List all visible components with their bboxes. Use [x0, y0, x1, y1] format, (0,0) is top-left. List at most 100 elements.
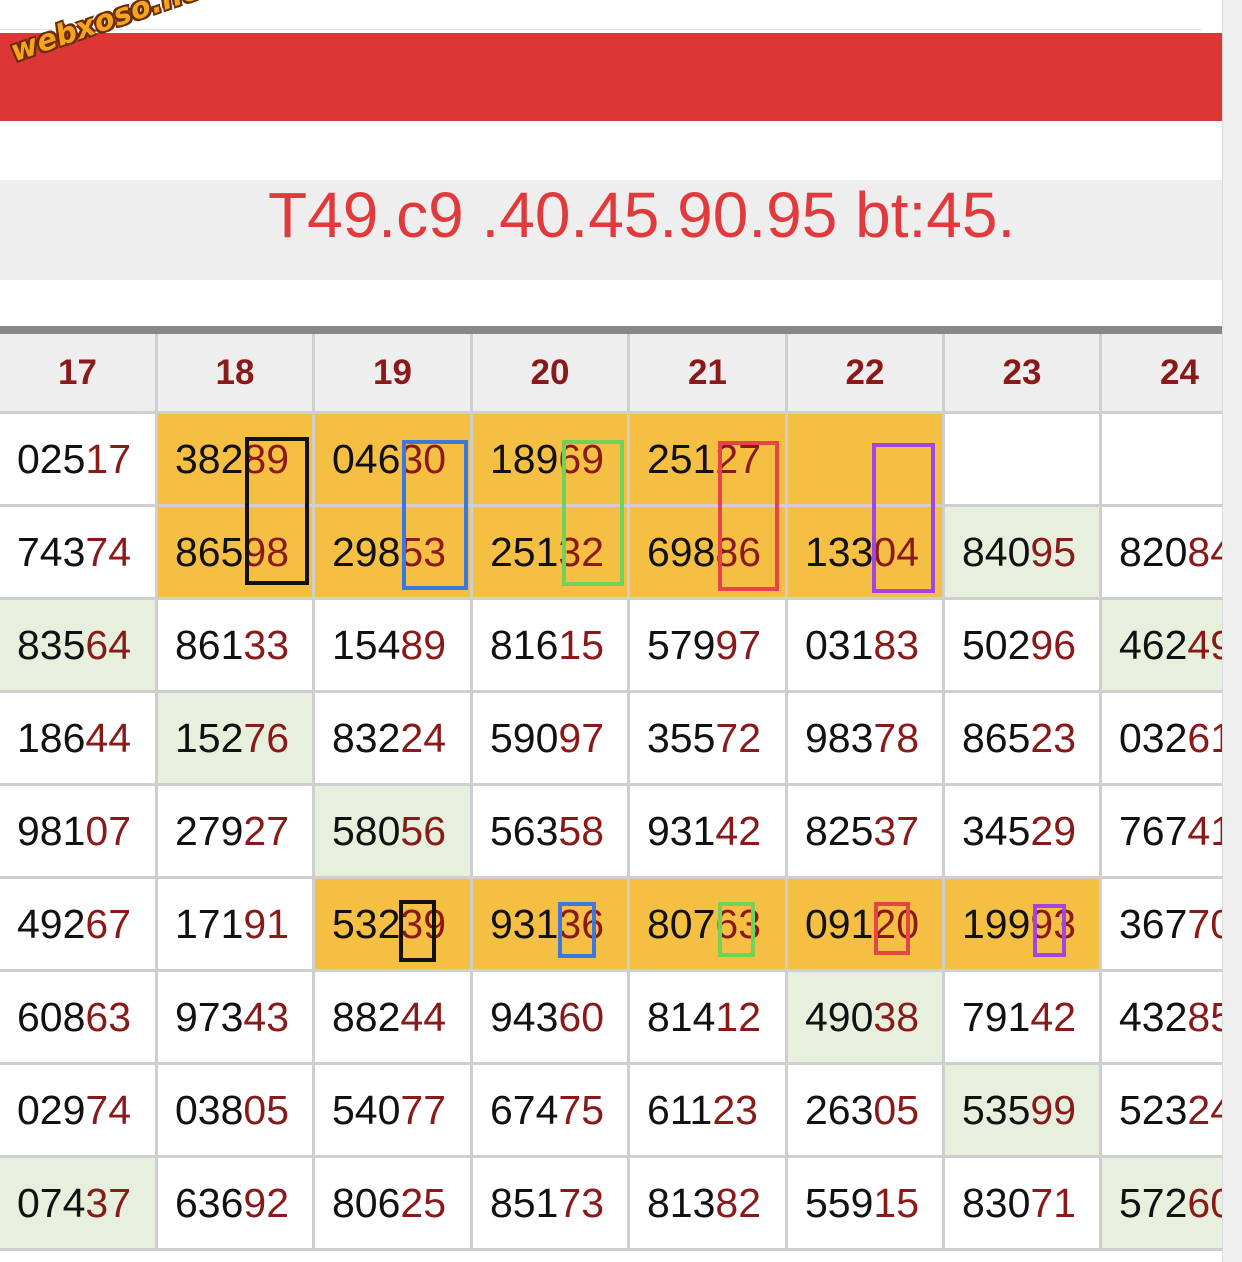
result-cell: 807 63	[630, 879, 788, 972]
number-head: 432	[1119, 993, 1188, 1040]
number-tail: 85	[1187, 993, 1222, 1040]
result-cell: 025 17	[0, 414, 158, 507]
result-cell: 865 23	[945, 693, 1102, 786]
result-cell: 825 37	[788, 786, 945, 879]
result-cell: 832 24	[315, 693, 473, 786]
result-cell: 806 25	[315, 1158, 473, 1251]
result-cell: 791 42	[945, 972, 1102, 1065]
number-head: 791	[962, 993, 1031, 1040]
result-cell: 983 78	[788, 693, 945, 786]
number-head: 559	[805, 1179, 874, 1226]
number-head: 830	[962, 1179, 1031, 1226]
number-tail: 84	[1187, 528, 1222, 575]
number-tail: 29	[1030, 807, 1077, 854]
number-tail: 78	[873, 714, 920, 761]
column-header: 21	[630, 334, 788, 414]
result-cell: 523 24	[1102, 1065, 1222, 1158]
result-cell: 091 20	[788, 879, 945, 972]
number-head: 502	[962, 621, 1031, 668]
number-head: 355	[647, 714, 716, 761]
result-cell	[1102, 414, 1222, 507]
number-head: 851	[490, 1179, 559, 1226]
page-title: T49.c9 .40.45.90.95 bt:45.	[268, 179, 1016, 251]
number-tail: 42	[715, 807, 762, 854]
result-cell: 674 75	[473, 1065, 630, 1158]
number-tail: 37	[85, 1179, 132, 1226]
number-tail: 24	[400, 714, 447, 761]
number-head: 492	[17, 900, 86, 947]
number-head: 840	[962, 528, 1031, 575]
number-head: 563	[490, 807, 559, 854]
result-cell: 199 93	[945, 879, 1102, 972]
column-header: 20	[473, 334, 630, 414]
number-tail: 71	[1030, 1179, 1077, 1226]
number-tail: 05	[873, 1086, 920, 1133]
number-head: 931	[490, 900, 559, 947]
result-cell: 816 15	[473, 600, 630, 693]
number-head: 490	[805, 993, 874, 1040]
result-cell: 152 76	[158, 693, 315, 786]
number-tail: 24	[1187, 1086, 1222, 1133]
number-head: 540	[332, 1086, 401, 1133]
number-head: 133	[805, 528, 874, 575]
number-head: 835	[17, 621, 86, 668]
number-head: 572	[1119, 1179, 1188, 1226]
result-cell: 031 83	[788, 600, 945, 693]
result-cell: 279 27	[158, 786, 315, 879]
number-tail: 56	[400, 807, 447, 854]
number-head: 154	[332, 621, 401, 668]
result-cell: 814 12	[630, 972, 788, 1065]
number-head: 263	[805, 1086, 874, 1133]
number-tail: 74	[85, 1086, 132, 1133]
result-cell: 355 72	[630, 693, 788, 786]
number-tail: 49	[1187, 621, 1222, 668]
result-cell: 038 05	[158, 1065, 315, 1158]
column-header: 19	[315, 334, 473, 414]
number-head: 031	[805, 621, 874, 668]
number-head: 032	[1119, 714, 1188, 761]
number-head: 029	[17, 1086, 86, 1133]
number-tail: 07	[85, 807, 132, 854]
number-head: 171	[175, 900, 244, 947]
result-cell: 263 05	[788, 1065, 945, 1158]
result-cell: 813 82	[630, 1158, 788, 1251]
column-header: 22	[788, 334, 945, 414]
page-scrollbar[interactable]	[1222, 0, 1242, 1262]
number-head: 767	[1119, 807, 1188, 854]
result-cell: 540 77	[315, 1065, 473, 1158]
number-head: 532	[332, 900, 401, 947]
number-head: 861	[175, 621, 244, 668]
number-tail: 83	[873, 621, 920, 668]
result-cell: 840 95	[945, 507, 1102, 600]
number-head: 973	[175, 993, 244, 1040]
number-tail: 27	[243, 807, 290, 854]
number-head: 865	[962, 714, 1031, 761]
result-cell: 432 85	[1102, 972, 1222, 1065]
number-head: 611	[647, 1086, 713, 1133]
number-head: 806	[332, 1179, 401, 1226]
result-cell: 743 74	[0, 507, 158, 600]
result-cell: 608 63	[0, 972, 158, 1065]
result-cell: 579 97	[630, 600, 788, 693]
number-tail: 63	[85, 993, 132, 1040]
annotation-box	[718, 902, 755, 957]
number-head: 152	[175, 714, 244, 761]
number-tail: 41	[1187, 807, 1222, 854]
annotation-box	[1033, 904, 1066, 957]
number-head: 698	[647, 528, 716, 575]
number-tail: 15	[558, 621, 605, 668]
number-head: 816	[490, 621, 559, 668]
number-head: 579	[647, 621, 716, 668]
number-head: 983	[805, 714, 874, 761]
number-tail: 76	[243, 714, 290, 761]
result-cell: 532 39	[315, 879, 473, 972]
number-tail: 77	[400, 1086, 447, 1133]
number-head: 608	[17, 993, 86, 1040]
result-cell: 580 56	[315, 786, 473, 879]
number-head: 186	[17, 714, 86, 761]
number-tail: 61	[1187, 714, 1222, 761]
number-head: 832	[332, 714, 401, 761]
number-head: 820	[1119, 528, 1188, 575]
result-cell: 367 70	[1102, 879, 1222, 972]
annotation-box	[562, 440, 624, 586]
